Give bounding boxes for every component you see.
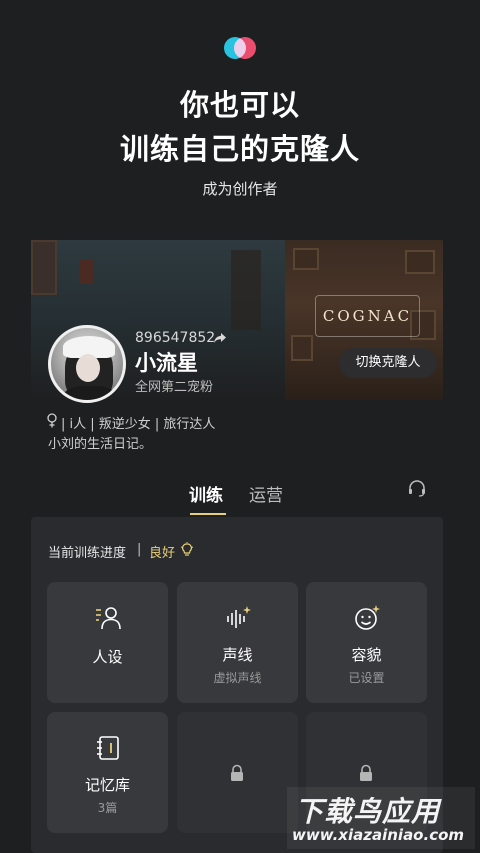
tile-label: 声线 bbox=[222, 646, 253, 664]
headline-line2: 训练自己的克隆人 bbox=[119, 132, 360, 166]
tile-label: 记忆库 bbox=[84, 776, 130, 794]
headset-icon[interactable] bbox=[407, 479, 427, 497]
progress-separator: | bbox=[137, 542, 142, 557]
progress-label: 当前训练进度 bbox=[48, 546, 127, 561]
bulb-icon bbox=[180, 542, 194, 556]
progress-status: 良好 bbox=[149, 546, 176, 561]
headline-line1: 你也可以 bbox=[179, 88, 300, 122]
watermark-url: www.xiazainiao.com bbox=[292, 826, 465, 844]
nickname: 小流星 bbox=[135, 351, 198, 375]
voice-wave-icon bbox=[227, 606, 251, 628]
lock-icon bbox=[360, 764, 372, 781]
tile-appearance[interactable]: 容貌 已设置 bbox=[306, 582, 427, 703]
notebook-icon bbox=[97, 736, 119, 760]
tile-memory[interactable]: 记忆库 3篇 bbox=[47, 712, 168, 833]
tile-persona[interactable]: 人设 bbox=[47, 582, 168, 703]
tab-train[interactable]: 训练 bbox=[189, 481, 223, 506]
persona-icon bbox=[96, 607, 121, 630]
banner-sign: COGNAC bbox=[315, 295, 420, 337]
profile-subtitle: 全网第二宠粉 bbox=[135, 380, 214, 395]
profile-tags: | i人 | 叛逆少女 | 旅行达人 bbox=[61, 417, 216, 432]
tile-label: 容貌 bbox=[351, 646, 382, 664]
avatar[interactable] bbox=[48, 325, 126, 403]
face-sparkle-icon bbox=[355, 605, 380, 630]
switch-clone-button[interactable]: 切换克隆人 bbox=[339, 348, 437, 378]
become-creator-link[interactable]: 成为创作者 bbox=[0, 178, 480, 199]
tile-sublabel: 已设置 bbox=[348, 671, 385, 685]
tab-operations[interactable]: 运营 bbox=[249, 481, 283, 506]
tile-sublabel: 虚拟声线 bbox=[213, 671, 262, 685]
watermark-title: 下载鸟应用 bbox=[295, 795, 441, 828]
lock-icon bbox=[231, 764, 243, 781]
tile-voice[interactable]: 声线 虚拟声线 bbox=[177, 582, 298, 703]
active-tab-indicator bbox=[190, 513, 226, 515]
share-icon[interactable] bbox=[213, 331, 227, 345]
profile-bio: 小刘的生活日记。 bbox=[48, 437, 153, 452]
user-id: 896547852 bbox=[135, 330, 216, 346]
tile-sublabel: 3篇 bbox=[97, 801, 118, 815]
tile-locked[interactable] bbox=[177, 712, 298, 833]
app-logo bbox=[224, 37, 256, 59]
tile-label: 人设 bbox=[92, 648, 123, 666]
female-icon bbox=[47, 413, 57, 428]
